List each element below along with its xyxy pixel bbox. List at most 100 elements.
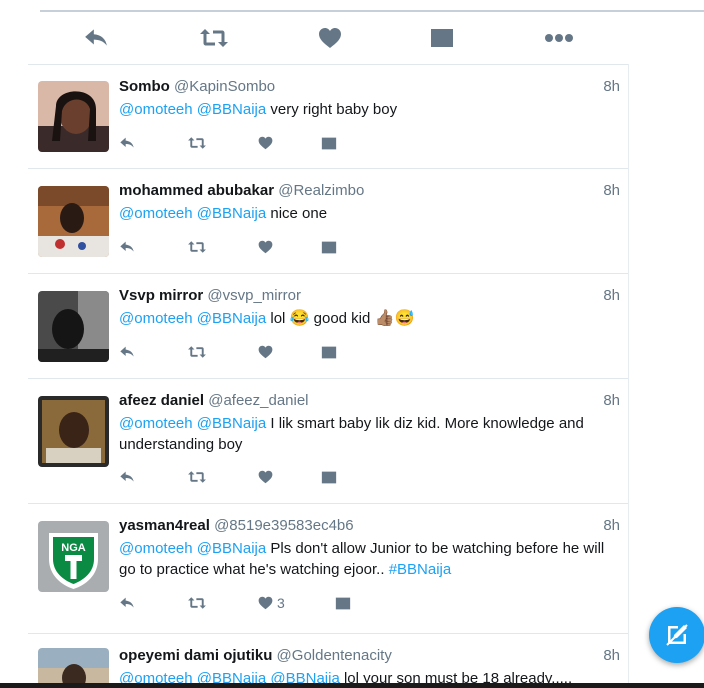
retweet-button[interactable] bbox=[187, 467, 207, 487]
retweet-icon bbox=[188, 346, 206, 358]
author-name[interactable]: mohammed abubakar bbox=[119, 182, 274, 199]
retweet-button[interactable] bbox=[187, 593, 207, 613]
top-divider bbox=[40, 10, 704, 12]
retweet-icon bbox=[200, 29, 228, 47]
reply-icon bbox=[120, 346, 134, 357]
message-button[interactable] bbox=[321, 342, 337, 362]
tweet-body: very right baby boy bbox=[266, 101, 398, 118]
tweet-header: yasman4real @8519e39583ec4b6 bbox=[119, 517, 354, 534]
reply-icon bbox=[120, 241, 134, 252]
author-name[interactable]: Vsvp mirror bbox=[119, 287, 203, 304]
mention-link[interactable]: @omoteeh bbox=[119, 205, 193, 222]
tweet-time[interactable]: 8h bbox=[603, 287, 620, 304]
like-button[interactable] bbox=[258, 342, 273, 362]
author-handle[interactable]: @Goldentenacity bbox=[277, 647, 392, 664]
author-handle[interactable]: @afeez_daniel bbox=[208, 392, 308, 409]
reply-button[interactable] bbox=[119, 133, 135, 153]
tweet-time[interactable]: 8h bbox=[603, 392, 620, 409]
author-handle[interactable]: @vsvp_mirror bbox=[207, 287, 301, 304]
mention-link[interactable]: @omoteeh bbox=[119, 310, 193, 327]
avatar[interactable] bbox=[38, 291, 109, 362]
message-icon bbox=[431, 29, 453, 47]
compose-tweet-button[interactable] bbox=[649, 607, 704, 663]
tweet-item[interactable]: NGA yasman4real @8519e39583ec4b6 8h @omo… bbox=[28, 503, 628, 634]
mention-link[interactable]: @omoteeh bbox=[119, 670, 193, 684]
reply-button[interactable] bbox=[119, 342, 135, 362]
tweet-header: Sombo @KapinSombo bbox=[119, 78, 275, 95]
message-icon bbox=[321, 346, 337, 358]
tweet-actions bbox=[119, 342, 379, 362]
avatar[interactable] bbox=[38, 396, 109, 467]
avatar[interactable] bbox=[38, 186, 109, 257]
retweet-icon bbox=[188, 471, 206, 483]
retweet-button[interactable] bbox=[187, 237, 207, 257]
tweet-body: lol your son must be 18 already..... bbox=[339, 670, 573, 684]
author-handle[interactable]: @Realzimbo bbox=[278, 182, 364, 199]
like-button[interactable] bbox=[258, 467, 273, 487]
avatar[interactable]: NGA bbox=[38, 521, 109, 592]
avatar[interactable] bbox=[38, 648, 109, 684]
like-icon bbox=[258, 240, 273, 254]
avatar[interactable] bbox=[38, 81, 109, 152]
tweet-time[interactable]: 8h bbox=[603, 182, 620, 199]
mention-link[interactable]: @BBNaija bbox=[197, 205, 266, 222]
retweet-button[interactable] bbox=[187, 133, 207, 153]
mention-link[interactable]: @omoteeh bbox=[119, 540, 193, 557]
tweet-item[interactable]: opeyemi dami ojutiku @Goldentenacity 8h … bbox=[28, 633, 628, 684]
tweet-item[interactable]: mohammed abubakar @Realzimbo 8h @omoteeh… bbox=[28, 168, 628, 274]
reply-button[interactable] bbox=[119, 237, 135, 257]
tweet-header: afeez daniel @afeez_daniel bbox=[119, 392, 309, 409]
reply-icon bbox=[120, 137, 134, 148]
retweet-button[interactable] bbox=[187, 342, 207, 362]
message-icon bbox=[321, 241, 337, 253]
reply-button[interactable] bbox=[119, 467, 135, 487]
author-handle[interactable]: @KapinSombo bbox=[174, 78, 275, 95]
mention-link[interactable]: @BBNaija bbox=[197, 415, 266, 432]
author-name[interactable]: Sombo bbox=[119, 78, 170, 95]
message-button[interactable] bbox=[321, 467, 337, 487]
tweet-actions: 3 bbox=[119, 593, 379, 613]
main-reply-button[interactable] bbox=[76, 22, 116, 54]
tweet-item[interactable]: Vsvp mirror @vsvp_mirror 8h @omoteeh @BB… bbox=[28, 273, 628, 379]
mention-link[interactable]: @omoteeh bbox=[119, 415, 193, 432]
mention-link[interactable]: @omoteeh bbox=[119, 101, 193, 118]
tweet-actions bbox=[119, 237, 379, 257]
tweet-body-cont: good kid bbox=[309, 310, 375, 327]
message-button[interactable] bbox=[321, 133, 337, 153]
mention-link[interactable]: @BBNaija bbox=[197, 101, 266, 118]
author-handle[interactable]: @8519e39583ec4b6 bbox=[214, 517, 354, 534]
retweet-icon bbox=[188, 597, 206, 609]
main-like-button[interactable] bbox=[310, 22, 350, 54]
main-message-button[interactable] bbox=[422, 22, 462, 54]
tweet-time[interactable]: 8h bbox=[603, 647, 620, 664]
tweet-time[interactable]: 8h bbox=[603, 517, 620, 534]
like-icon bbox=[258, 345, 273, 359]
main-retweet-button[interactable] bbox=[194, 22, 234, 54]
message-icon bbox=[335, 597, 351, 609]
mention-link[interactable]: @BBNaija bbox=[197, 540, 266, 557]
author-name[interactable]: opeyemi dami ojutiku bbox=[119, 647, 272, 664]
timeline-right-border bbox=[628, 64, 629, 684]
tweet-header: Vsvp mirror @vsvp_mirror bbox=[119, 287, 301, 304]
hashtag-link[interactable]: #BBNaija bbox=[389, 561, 452, 578]
reply-button[interactable] bbox=[119, 593, 135, 613]
mention-link[interactable]: @BBNaija bbox=[270, 670, 339, 684]
compose-icon bbox=[666, 624, 688, 646]
message-button[interactable] bbox=[335, 593, 351, 613]
tweet-item[interactable]: afeez daniel @afeez_daniel 8h @omoteeh @… bbox=[28, 378, 628, 504]
mention-link[interactable]: @BBNaija bbox=[197, 670, 266, 684]
main-more-button[interactable] bbox=[539, 22, 579, 54]
like-button[interactable]: 3 bbox=[258, 593, 285, 613]
tweet-text: @omoteeh @BBNaija very right baby boy bbox=[119, 99, 619, 120]
main-tweet-actions bbox=[28, 20, 628, 64]
mention-link[interactable]: @BBNaija bbox=[197, 310, 266, 327]
message-button[interactable] bbox=[321, 237, 337, 257]
message-icon bbox=[321, 471, 337, 483]
retweet-icon bbox=[188, 241, 206, 253]
tweet-time[interactable]: 8h bbox=[603, 78, 620, 95]
author-name[interactable]: afeez daniel bbox=[119, 392, 204, 409]
author-name[interactable]: yasman4real bbox=[119, 517, 210, 534]
like-button[interactable] bbox=[258, 133, 273, 153]
like-button[interactable] bbox=[258, 237, 273, 257]
tweet-item[interactable]: Sombo @KapinSombo 8h @omoteeh @BBNaija v… bbox=[28, 64, 628, 169]
